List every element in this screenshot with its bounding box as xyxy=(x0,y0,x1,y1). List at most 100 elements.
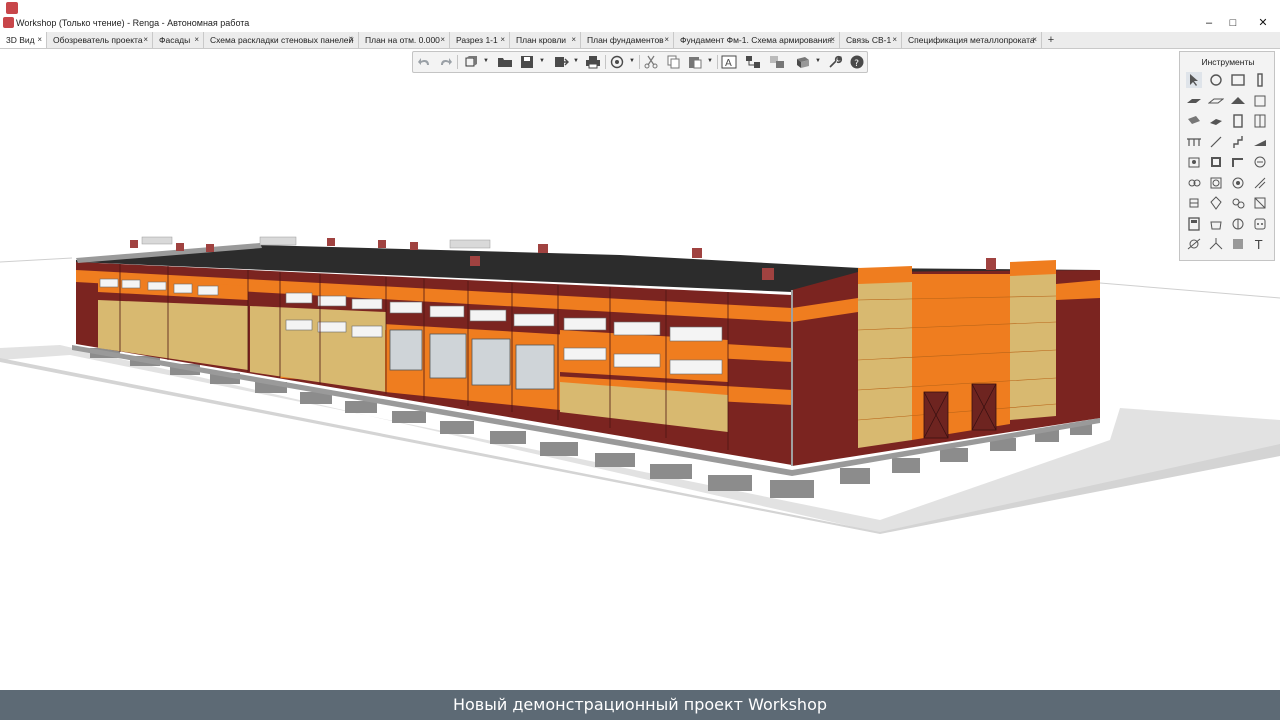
tab-close-icon[interactable]: × xyxy=(1032,32,1037,48)
print-icon[interactable] xyxy=(585,55,601,69)
terminal-tool-icon[interactable] xyxy=(1230,216,1246,232)
beam-tool-icon[interactable] xyxy=(1186,113,1202,129)
floor-tool-icon[interactable] xyxy=(1186,93,1202,109)
tab-foundation-plan[interactable]: План фундаментов × xyxy=(581,32,674,48)
wrench-icon[interactable] xyxy=(827,55,843,69)
close-button[interactable]: ✕ xyxy=(1251,15,1275,31)
save-icon[interactable] xyxy=(519,55,535,69)
sink-tool-icon[interactable] xyxy=(1208,216,1224,232)
tab-label: План на отм. 0.000 xyxy=(365,35,440,45)
equipment-tool-icon[interactable] xyxy=(1186,154,1202,170)
tab-close-icon[interactable]: × xyxy=(349,32,354,48)
chevron-down-icon[interactable]: ▼ xyxy=(483,57,489,65)
select-tool-icon[interactable] xyxy=(1186,72,1202,88)
tab-close-icon[interactable]: × xyxy=(892,32,897,48)
app-logo-icon xyxy=(6,2,18,14)
plate-tool-icon[interactable] xyxy=(1208,113,1224,129)
tab-close-icon[interactable]: × xyxy=(440,32,445,48)
panel-tool-icon[interactable] xyxy=(1208,175,1224,191)
add-tab-button[interactable]: + xyxy=(1043,32,1059,48)
display-mode-icon[interactable] xyxy=(795,55,811,69)
window-tool-icon[interactable] xyxy=(1252,113,1268,129)
text-style-icon[interactable]: A xyxy=(721,55,737,69)
paste-icon[interactable] xyxy=(687,55,703,69)
shape-tool-icon[interactable] xyxy=(1230,236,1246,252)
fitting-tool-icon[interactable] xyxy=(1230,175,1246,191)
tab-label: Фундамент Фм-1. Схема армирования. xyxy=(680,35,835,45)
undo-icon[interactable] xyxy=(417,55,433,69)
tab-wall-panel-layout[interactable]: Схема раскладки стеновых панелей × xyxy=(204,32,359,48)
cut-icon[interactable] xyxy=(643,55,659,69)
ramp-tool-icon[interactable] xyxy=(1252,134,1268,150)
socket-tool-icon[interactable] xyxy=(1252,216,1268,232)
tab-close-icon[interactable]: × xyxy=(37,32,42,48)
line-tool-icon[interactable] xyxy=(1208,134,1224,150)
tab-close-icon[interactable]: × xyxy=(664,32,669,48)
route-tool-icon[interactable] xyxy=(1230,154,1246,170)
manifold-tool-icon[interactable] xyxy=(1186,195,1202,211)
tab-label: Связь СВ-1 xyxy=(846,35,892,45)
tab-label: 3D Вид xyxy=(6,35,35,45)
tab-brace-sv1[interactable]: Связь СВ-1 × xyxy=(840,32,902,48)
chevron-down-icon[interactable]: ▼ xyxy=(707,57,713,65)
column-tool-icon[interactable] xyxy=(1252,72,1268,88)
help-icon[interactable]: ? xyxy=(849,55,865,69)
chevron-down-icon[interactable]: ▼ xyxy=(573,57,579,65)
chevron-down-icon[interactable]: ▼ xyxy=(539,57,545,65)
minimize-button[interactable]: – xyxy=(1197,15,1221,31)
title-bar: Workshop (Только чтение) - Renga - Автон… xyxy=(0,0,1280,32)
door-tool-icon[interactable] xyxy=(1230,113,1246,129)
level-tool-icon[interactable] xyxy=(1208,236,1224,252)
stair-tool-icon[interactable] xyxy=(1230,134,1246,150)
open-folder-icon[interactable] xyxy=(497,55,513,69)
tab-plan-0000[interactable]: План на отм. 0.000 × xyxy=(359,32,450,48)
video-caption: Новый демонстрационный проект Workshop xyxy=(452,695,828,714)
toolbar-separator xyxy=(457,55,458,69)
chevron-down-icon[interactable]: ▼ xyxy=(815,57,821,65)
snap-icon[interactable] xyxy=(609,55,625,69)
tab-roof-plan[interactable]: План кровли × xyxy=(510,32,581,48)
lamp-tool-icon[interactable] xyxy=(1208,195,1224,211)
svg-text:A: A xyxy=(725,58,732,69)
tab-steel-specification[interactable]: Спецификация металлопроката × xyxy=(902,32,1042,48)
toolbar-separator xyxy=(605,55,606,69)
switch-tool-icon[interactable] xyxy=(1230,195,1246,211)
tab-close-icon[interactable]: × xyxy=(571,32,576,48)
duct-tool-icon[interactable] xyxy=(1252,154,1268,170)
mechanical-tool-icon[interactable] xyxy=(1252,195,1268,211)
tab-section-1-1[interactable]: Разрез 1-1 × xyxy=(450,32,510,48)
layers-icon[interactable] xyxy=(745,55,761,69)
chevron-down-icon[interactable]: ▼ xyxy=(629,57,635,65)
cabinet-tool-icon[interactable] xyxy=(1186,216,1202,232)
tab-facades[interactable]: Фасады × xyxy=(153,32,204,48)
slab-tool-icon[interactable] xyxy=(1208,93,1224,109)
3d-viewport[interactable] xyxy=(0,48,1280,690)
railing-tool-icon[interactable] xyxy=(1186,134,1202,150)
export-icon[interactable] xyxy=(553,55,569,69)
copy-icon[interactable] xyxy=(665,55,681,69)
tab-foundation-reinforcement[interactable]: Фундамент Фм-1. Схема армирования. × xyxy=(674,32,840,48)
tab-project-browser[interactable]: Обозреватель проекта × xyxy=(47,32,153,48)
tab-label: Схема раскладки стеновых панелей xyxy=(210,35,354,45)
text-tool-icon[interactable]: T xyxy=(1252,236,1268,252)
tab-label: Фасады xyxy=(159,35,191,45)
redo-icon[interactable] xyxy=(437,55,453,69)
tab-close-icon[interactable]: × xyxy=(143,32,148,48)
pipe-fitting-tool-icon[interactable] xyxy=(1186,175,1202,191)
building-model xyxy=(0,236,1280,534)
link-icon[interactable] xyxy=(769,55,785,69)
maximize-button[interactable]: □ xyxy=(1221,15,1245,31)
tab-close-icon[interactable]: × xyxy=(194,32,199,48)
rebar-tool-icon[interactable] xyxy=(1208,72,1224,88)
tab-3d-view[interactable]: 3D Вид × xyxy=(0,32,47,48)
opening-tool-icon[interactable] xyxy=(1252,93,1268,109)
roof-tool-icon[interactable] xyxy=(1230,93,1246,109)
element-tool-icon[interactable] xyxy=(1208,154,1224,170)
view-cube-icon[interactable] xyxy=(463,55,479,69)
tab-label: План фундаментов xyxy=(587,35,664,45)
tab-close-icon[interactable]: × xyxy=(500,32,505,48)
dimension-tool-icon[interactable] xyxy=(1186,236,1202,252)
room-tool-icon[interactable] xyxy=(1230,72,1246,88)
tab-close-icon[interactable]: × xyxy=(830,32,835,48)
hatch-tool-icon[interactable] xyxy=(1252,175,1268,191)
